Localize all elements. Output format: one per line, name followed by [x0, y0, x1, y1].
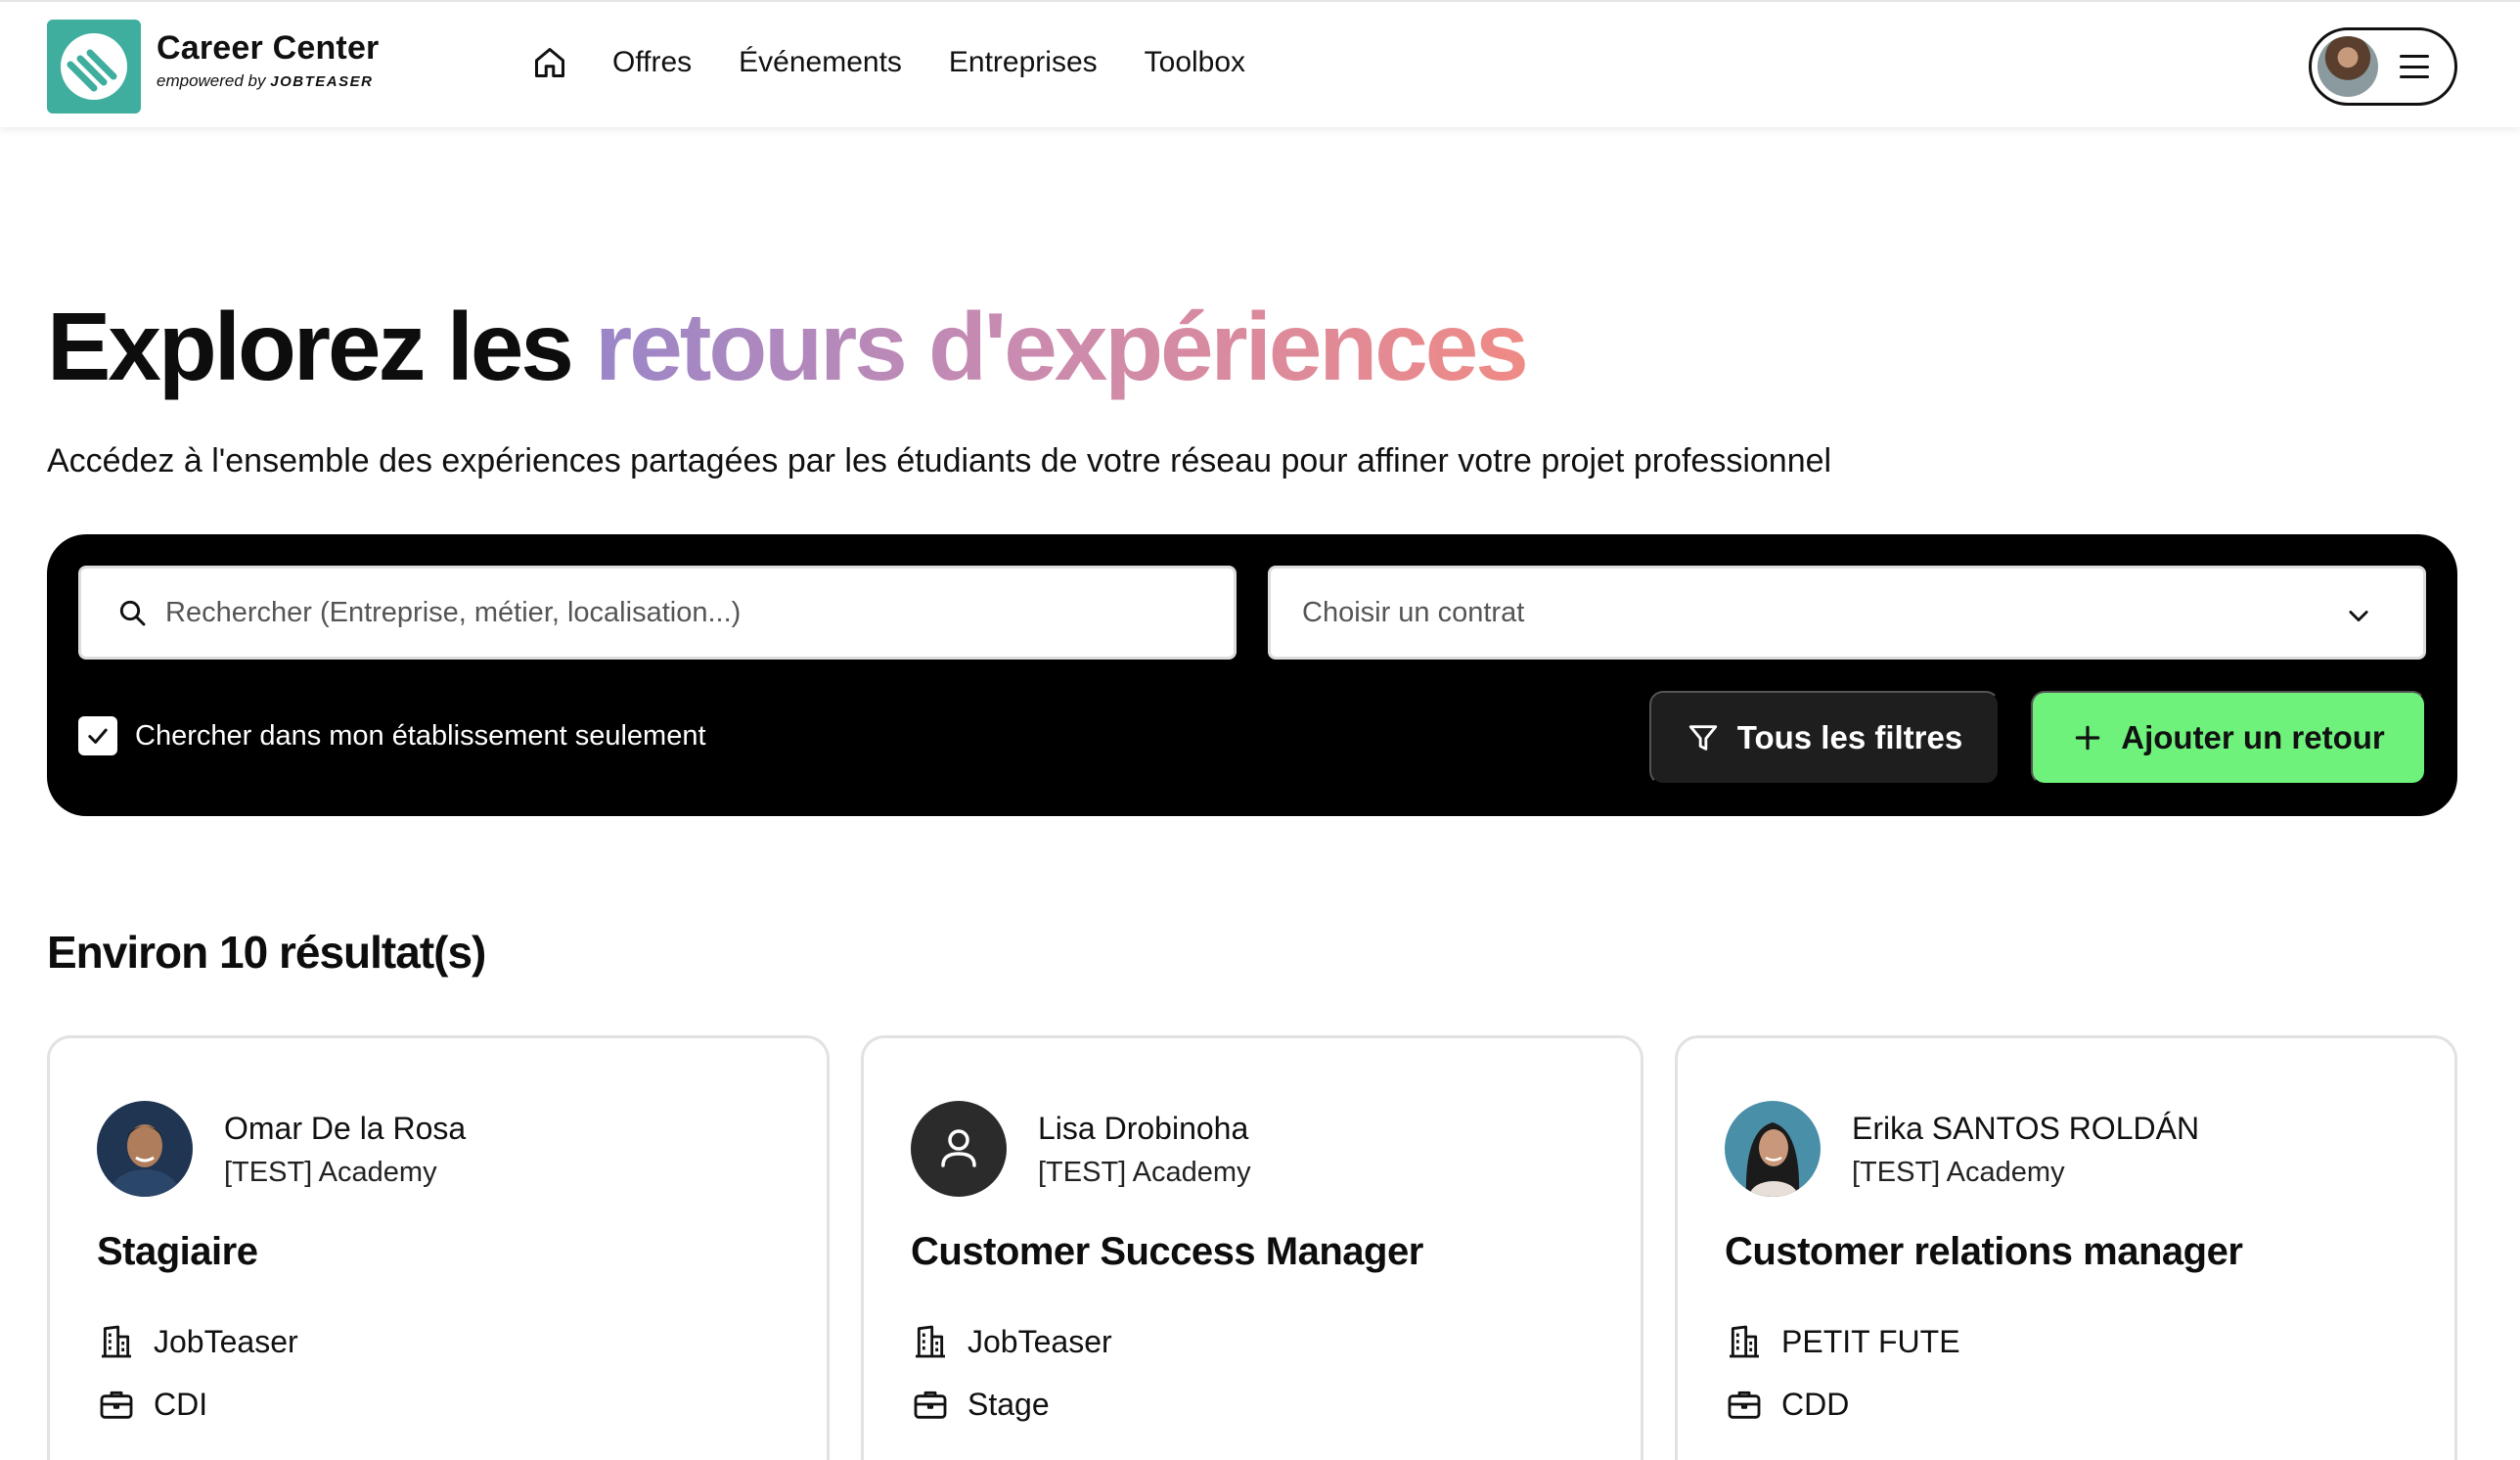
nav-evenements[interactable]: Événements — [739, 46, 902, 79]
contract-placeholder: Choisir un contrat — [1302, 596, 1525, 628]
job-title: Stagiaire — [97, 1230, 258, 1273]
home-icon[interactable] — [528, 41, 571, 84]
author-info: Omar De la Rosa [TEST] Academy — [224, 1111, 466, 1189]
logo-subtitle: empowered by JOBTEASER — [157, 71, 380, 91]
author-name: Erika SANTOS ROLDÁN — [1852, 1111, 2200, 1146]
page-subtitle: Accédez à l'ensemble des expériences par… — [47, 442, 1832, 479]
nav-offres[interactable]: Offres — [612, 46, 692, 79]
contract-row: CDD — [1725, 1385, 1849, 1424]
plus-icon — [2075, 725, 2100, 751]
job-title: Customer Success Manager — [911, 1230, 1423, 1273]
contract-select[interactable]: Choisir un contrat — [1268, 566, 2426, 660]
logo-title: Career Center — [157, 29, 380, 67]
contract-row: CDI — [97, 1385, 207, 1424]
experience-card[interactable]: Erika SANTOS ROLDÁN [TEST] Academy Custo… — [1675, 1035, 2457, 1460]
main-nav: Offres Événements Entreprises Toolbox — [528, 41, 1292, 84]
contract-type: Stage — [968, 1386, 1050, 1422]
author-avatar — [97, 1101, 193, 1197]
company-row: JobTeaser — [911, 1322, 1112, 1361]
author-school: [TEST] Academy — [1852, 1157, 2065, 1188]
author-school: [TEST] Academy — [224, 1157, 437, 1188]
nav-entreprises[interactable]: Entreprises — [949, 46, 1098, 79]
contract-type: CDD — [1781, 1386, 1850, 1422]
career-center-logo[interactable] — [47, 20, 141, 114]
contract-row: Stage — [911, 1385, 1050, 1424]
briefcase-icon — [1728, 1391, 1761, 1419]
author-info: Erika SANTOS ROLDÁN [TEST] Academy — [1852, 1111, 2199, 1189]
add-review-button[interactable]: Ajouter un retour — [2031, 691, 2426, 785]
add-review-label: Ajouter un retour — [2121, 719, 2385, 755]
all-filters-button[interactable]: Tous les filtres — [1649, 691, 2000, 785]
user-avatar — [2318, 36, 2378, 97]
filter-icon — [1688, 725, 1717, 751]
own-school-checkbox[interactable] — [78, 716, 117, 755]
briefcase-icon — [914, 1391, 947, 1419]
search-icon — [119, 600, 146, 626]
company-name: JobTeaser — [154, 1323, 298, 1359]
company-name: PETIT FUTE — [1781, 1323, 1960, 1359]
company-row: JobTeaser — [97, 1322, 298, 1361]
search-panel: Rechercher (Entreprise, métier, localisa… — [47, 534, 2457, 816]
all-filters-label: Tous les filtres — [1736, 719, 1963, 755]
author-name: Omar De la Rosa — [224, 1111, 467, 1146]
logo-sub-prefix: empowered by — [157, 71, 266, 90]
chevron-down-icon — [2349, 611, 2368, 622]
experience-card[interactable]: Lisa Drobinoha [TEST] Academy Customer S… — [861, 1035, 1643, 1460]
building-icon — [102, 1325, 131, 1358]
user-placeholder-icon — [911, 1101, 1007, 1197]
menu-icon — [2400, 55, 2429, 78]
page-title-plain: Explorez les — [47, 293, 596, 400]
author-avatar — [1725, 1101, 1821, 1197]
experience-card[interactable]: Omar De la Rosa [TEST] Academy Stagiaire… — [47, 1035, 830, 1460]
nav-toolbox[interactable]: Toolbox — [1145, 46, 1245, 79]
building-icon — [1730, 1325, 1759, 1358]
own-school-filter[interactable]: Chercher dans mon établissement seulemen… — [78, 716, 706, 755]
logo-sub-brand: JOBTEASER — [270, 73, 374, 90]
search-input[interactable]: Rechercher (Entreprise, métier, localisa… — [78, 566, 1237, 660]
author-name: Lisa Drobinoha — [1038, 1111, 1249, 1146]
author-info: Lisa Drobinoha [TEST] Academy — [1038, 1111, 1251, 1189]
logo-mark-icon — [61, 33, 127, 100]
building-icon — [916, 1325, 945, 1358]
own-school-checkbox-label: Chercher dans mon établissement seulemen… — [135, 719, 706, 752]
logo-text: Career Center empowered by JOBTEASER — [157, 29, 380, 91]
top-navbar: Career Center empowered by JOBTEASER Off… — [0, 0, 2520, 127]
results-count: Environ 10 résultat(s) — [47, 927, 486, 978]
company-name: JobTeaser — [968, 1323, 1112, 1359]
job-title: Customer relations manager — [1725, 1230, 2243, 1273]
contract-type: CDI — [154, 1386, 208, 1422]
page-title-highlight: retours d'expériences — [595, 293, 1529, 400]
page-title: Explorez les retours d'expériences — [47, 292, 1529, 402]
search-placeholder: Rechercher (Entreprise, métier, localisa… — [165, 596, 742, 628]
company-row: PETIT FUTE — [1725, 1322, 1960, 1361]
briefcase-icon — [100, 1391, 133, 1419]
author-school: [TEST] Academy — [1038, 1157, 1251, 1188]
checkmark-icon — [88, 728, 108, 744]
user-menu-button[interactable] — [2309, 27, 2457, 106]
